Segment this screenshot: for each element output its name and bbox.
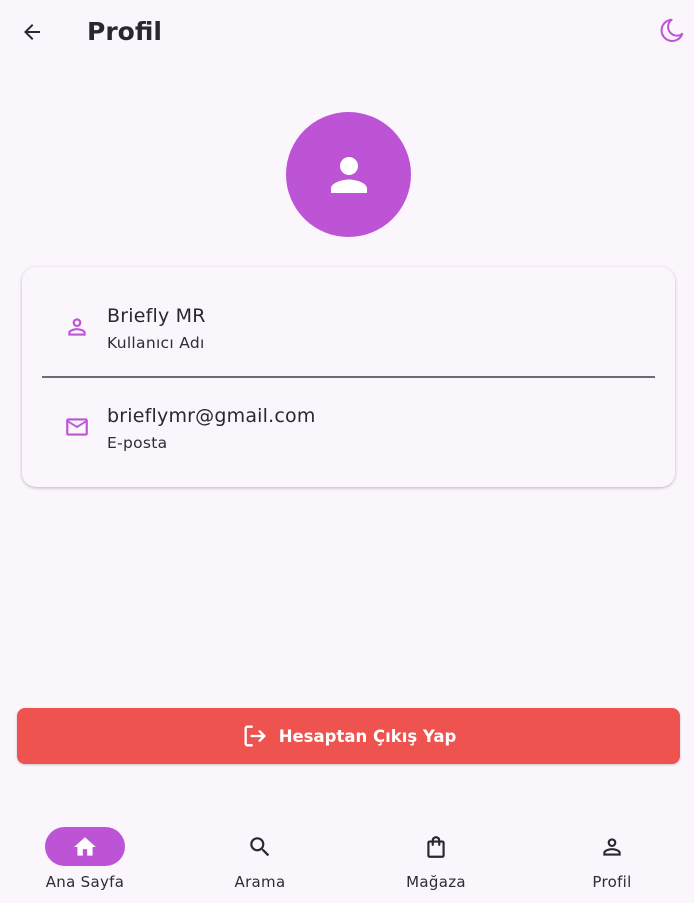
nav-label-search: Arama [234, 873, 286, 891]
nav-label-store: Mağaza [406, 873, 466, 891]
moon-icon [660, 18, 684, 42]
username-row: Briefly MR Kullanıcı Adı [22, 267, 675, 367]
nav-icon-container [572, 827, 652, 866]
nav-label-profile: Profil [592, 873, 632, 891]
person-icon [330, 156, 367, 193]
nav-item-home[interactable]: Ana Sayfa [0, 815, 174, 903]
logout-button[interactable]: Hesaptan Çıkış Yap [17, 708, 680, 764]
nav-label-home: Ana Sayfa [45, 873, 125, 891]
person-outline-icon [68, 318, 86, 336]
email-row: brieflymr@gmail.com E-posta [22, 367, 675, 467]
bottom-navigation: Ana Sayfa Arama Mağaza Profil [0, 815, 694, 903]
nav-icon-container [396, 827, 476, 866]
arrow-back-icon [24, 24, 40, 40]
mail-icon [66, 418, 88, 436]
nav-item-search[interactable]: Arama [175, 815, 349, 903]
avatar [286, 112, 411, 237]
dark-mode-toggle[interactable] [656, 12, 694, 50]
page-title: Profil [87, 17, 162, 46]
back-button[interactable] [14, 14, 50, 50]
nav-item-store[interactable]: Mağaza [351, 815, 525, 903]
email-value: brieflymr@gmail.com [107, 405, 316, 427]
person-outline-icon [603, 837, 621, 856]
username-value: Briefly MR [107, 305, 206, 327]
shopping-bag-icon [427, 835, 445, 858]
logout-icon [244, 725, 266, 747]
profile-info-card: Briefly MR Kullanıcı Adı brieflymr@gmail… [22, 267, 675, 487]
nav-icon-container [220, 827, 300, 866]
username-label: Kullanıcı Adı [107, 334, 205, 352]
nav-item-profile[interactable]: Profil [527, 815, 694, 903]
email-label: E-posta [107, 434, 168, 452]
app-bar: Profil [0, 0, 694, 64]
home-icon [74, 836, 96, 856]
logout-label: Hesaptan Çıkış Yap [278, 726, 457, 746]
search-icon [250, 836, 270, 856]
nav-active-indicator [45, 827, 125, 866]
